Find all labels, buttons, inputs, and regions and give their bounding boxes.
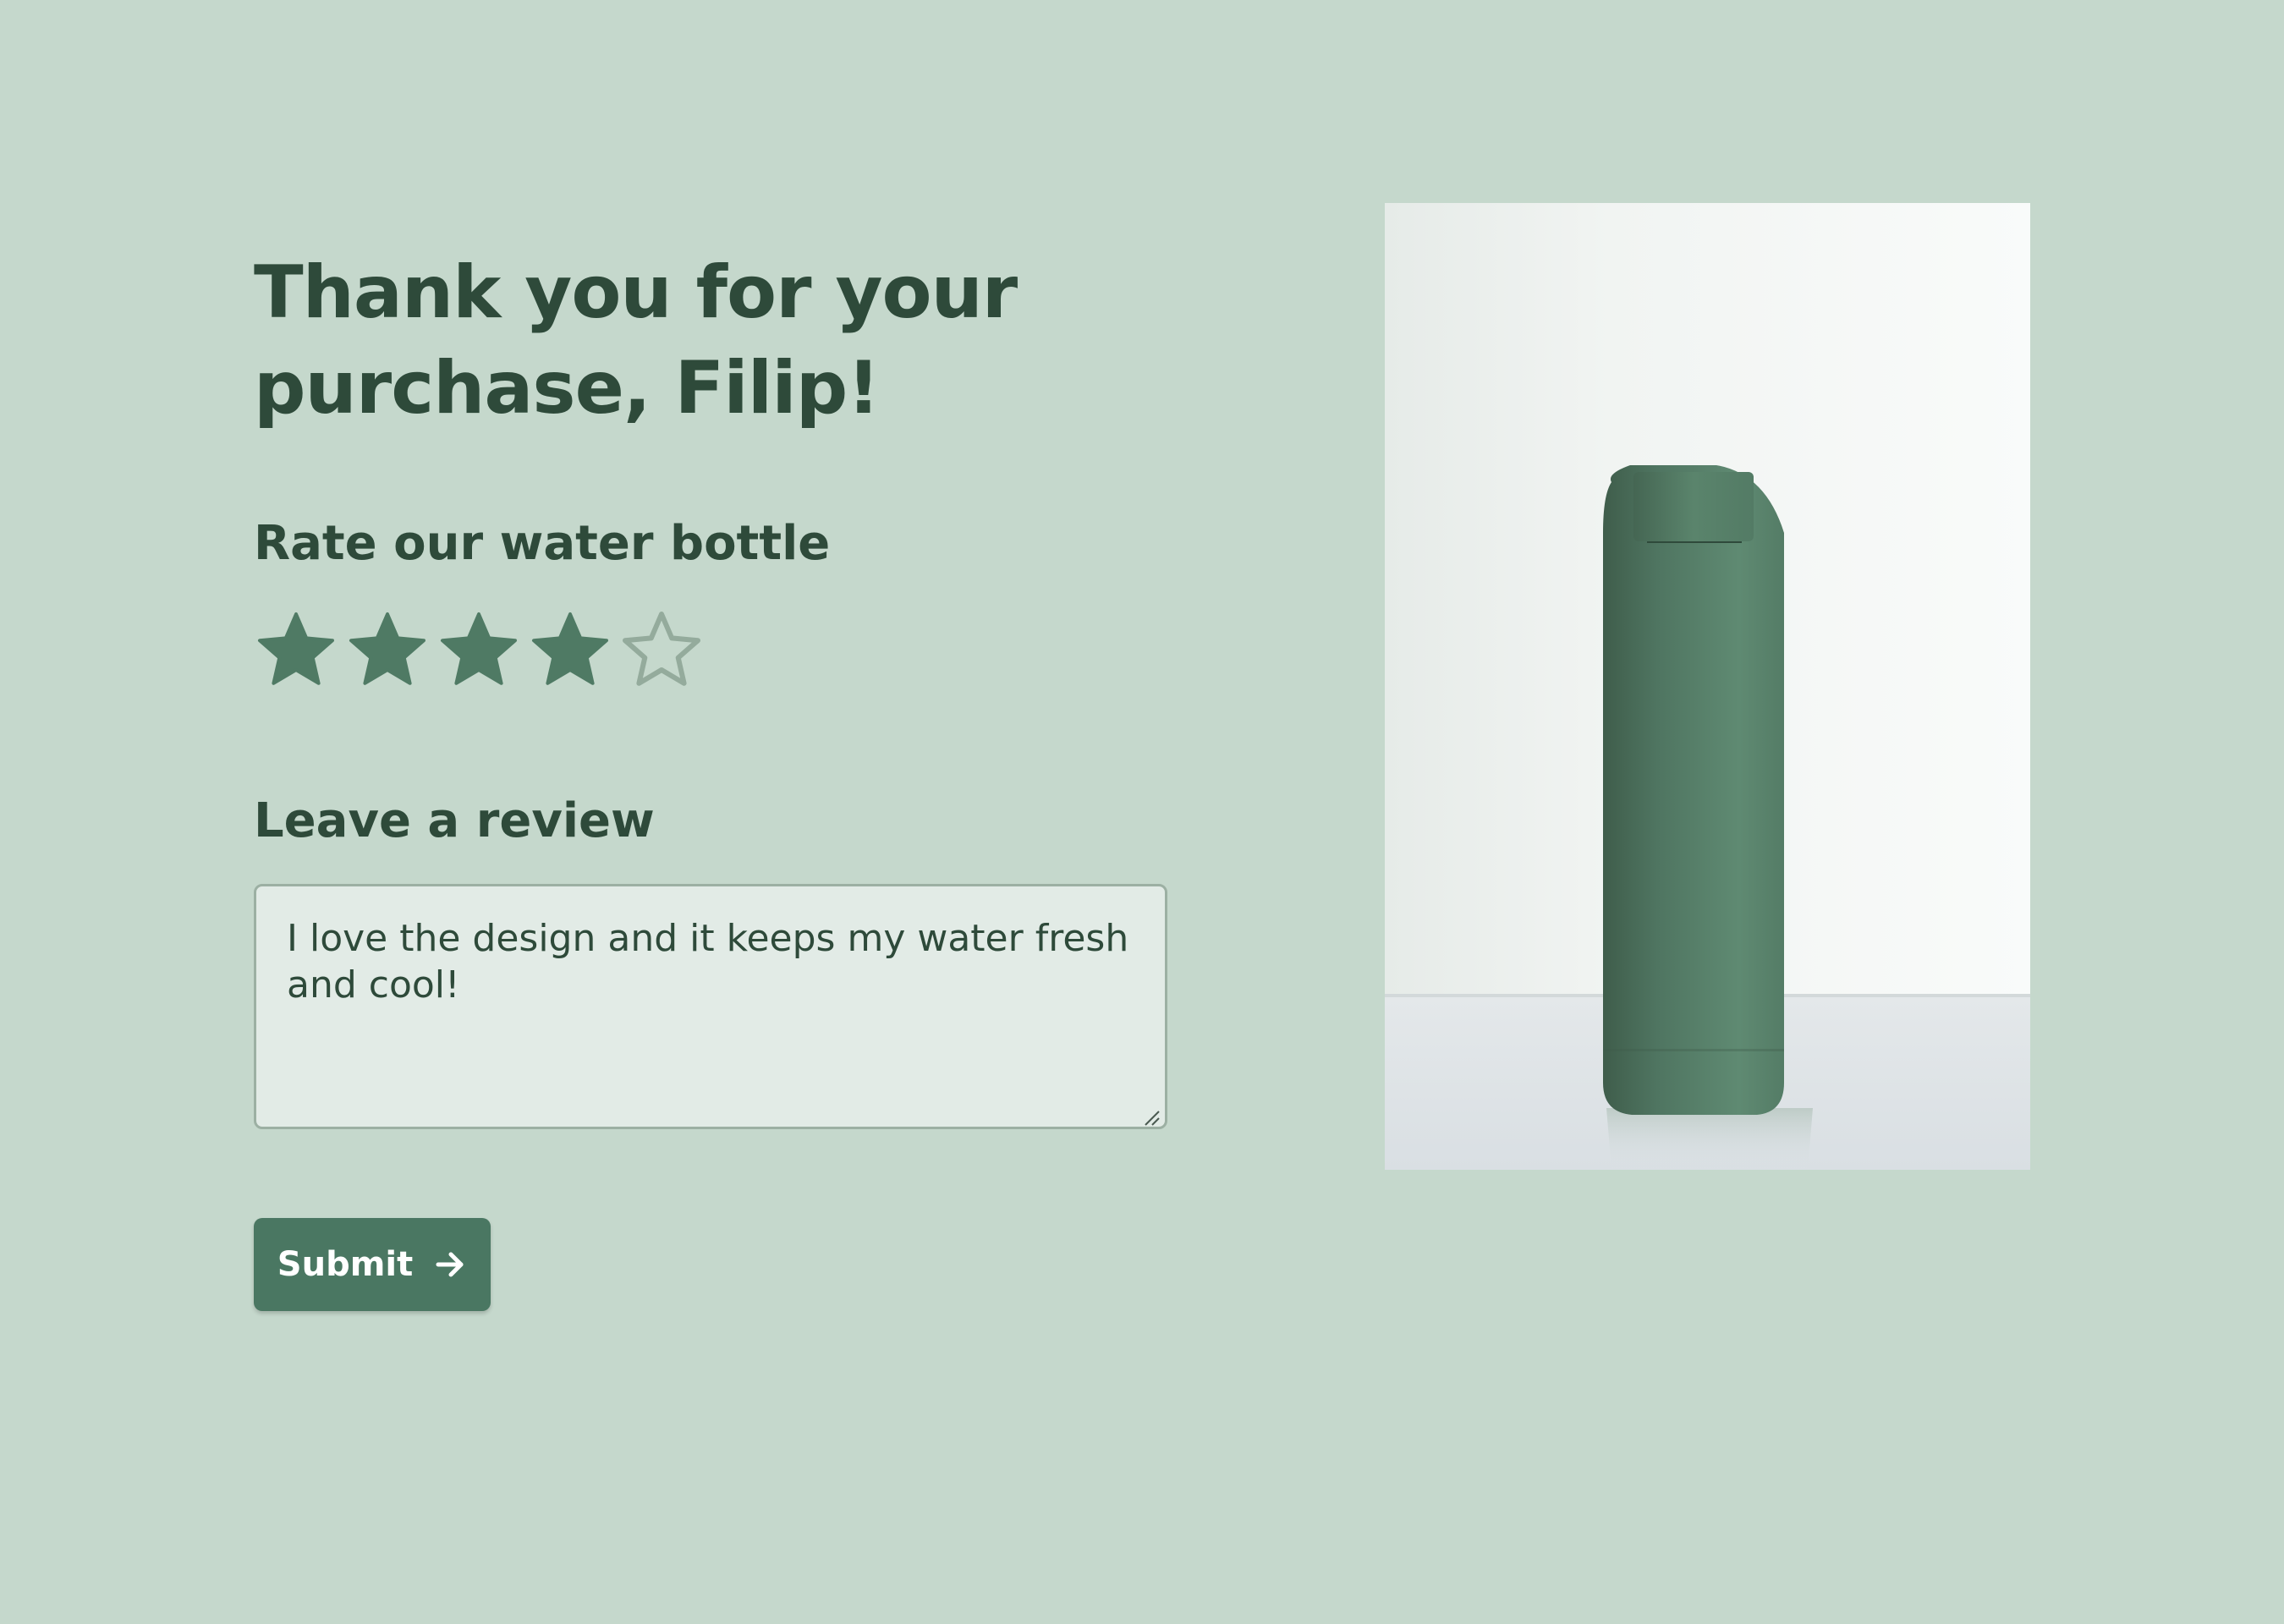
page-title: Thank you for your purchase, Filip! (254, 245, 1201, 436)
page-title-line-2: purchase, Filip! (254, 346, 881, 431)
submit-button[interactable]: Submit (254, 1218, 491, 1311)
star-rating (254, 609, 704, 694)
star-1-icon[interactable] (254, 609, 338, 694)
review-textarea[interactable]: I love the design and it keeps my water … (254, 884, 1167, 1129)
arrow-right-icon (436, 1252, 464, 1277)
rating-label: Rate our water bottle (254, 516, 831, 571)
star-3-icon[interactable] (436, 609, 521, 694)
star-2-icon[interactable] (345, 609, 430, 694)
product-photo (1385, 203, 2030, 1170)
review-label: Leave a review (254, 793, 655, 848)
resize-handle-icon[interactable] (1142, 1108, 1161, 1127)
star-4-icon[interactable] (528, 609, 612, 694)
review-form: Thank you for your purchase, Filip! Rate … (254, 245, 1201, 1311)
review-page: Thank you for your purchase, Filip! Rate … (0, 0, 2284, 1624)
submit-label: Submit (277, 1245, 414, 1284)
water-bottle-image (1385, 203, 2030, 1170)
page-title-line-1: Thank you for your (254, 250, 1018, 335)
star-5-icon[interactable] (619, 609, 704, 694)
